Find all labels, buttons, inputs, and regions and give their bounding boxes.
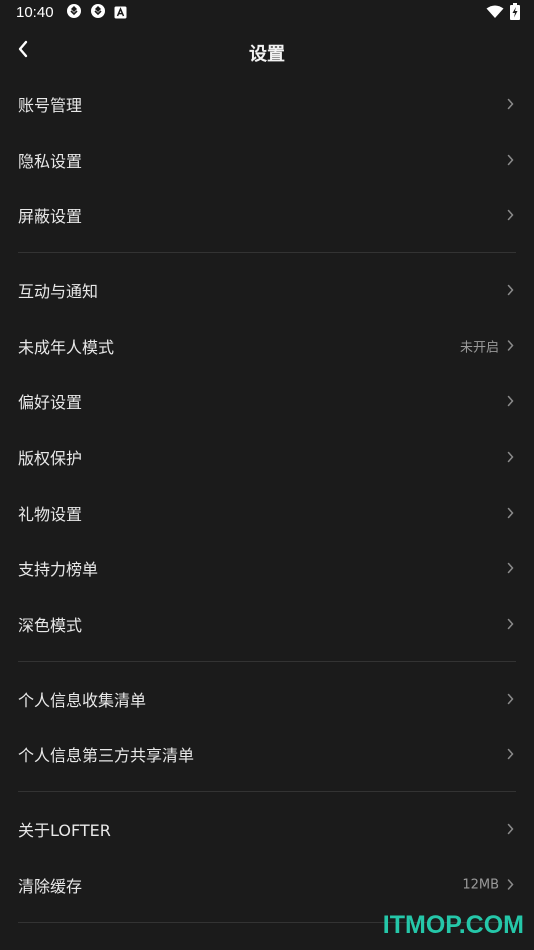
page-title: 设置 xyxy=(249,44,285,65)
chevron-right-icon xyxy=(507,507,514,518)
settings-row-dark-mode[interactable]: 深色模式 xyxy=(0,596,534,652)
settings-row-about[interactable]: 关于LOFTER xyxy=(0,801,534,857)
divider xyxy=(18,660,516,662)
aperture-icon xyxy=(90,3,106,23)
settings-group-about: 关于LOFTER 清除缓存 12MB xyxy=(0,801,534,912)
chevron-right-icon xyxy=(507,879,514,891)
chevron-right-icon xyxy=(507,154,514,165)
settings-row-privacy[interactable]: 隐私设置 xyxy=(0,132,534,188)
battery-charging-icon xyxy=(510,2,520,24)
chevron-right-icon xyxy=(507,749,514,760)
row-label: 互动与通知 xyxy=(18,281,99,301)
settings-row-third-party-sharing[interactable]: 个人信息第三方共享清单 xyxy=(0,727,534,783)
header: 设置 xyxy=(0,26,534,78)
chevron-right-icon xyxy=(507,618,514,630)
row-label: 隐私设置 xyxy=(18,151,83,171)
settings-row-support-ranking[interactable]: 支持力榜单 xyxy=(0,541,534,597)
row-label: 偏好设置 xyxy=(18,393,83,413)
status-icons-left xyxy=(66,3,127,23)
settings-row-gift[interactable]: 礼物设置 xyxy=(0,485,534,541)
row-label: 清除缓存 xyxy=(18,876,83,896)
row-label: 支持力榜单 xyxy=(18,560,99,580)
settings-row-interaction-notification[interactable]: 互动与通知 xyxy=(0,262,534,318)
chevron-right-icon xyxy=(507,823,514,835)
notification-a-icon xyxy=(114,4,127,23)
settings-menu: 账号管理 隐私设置 屏蔽设置 互动与通知 未成年人模式 未开启 偏好设置 版权保… xyxy=(0,76,534,932)
row-label: 深色模式 xyxy=(18,616,83,636)
settings-row-block[interactable]: 屏蔽设置 xyxy=(0,187,534,243)
settings-row-minor-mode[interactable]: 未成年人模式 未开启 xyxy=(0,318,534,374)
watermark: ITMOP.COM xyxy=(382,911,524,939)
row-label: 个人信息第三方共享清单 xyxy=(18,746,195,766)
row-label: 账号管理 xyxy=(18,95,83,115)
chevron-right-icon xyxy=(507,693,514,704)
status-icons-right xyxy=(486,2,520,24)
wifi-icon xyxy=(486,4,504,23)
divider xyxy=(18,791,516,793)
chevron-right-icon xyxy=(507,451,514,463)
row-label: 屏蔽设置 xyxy=(18,207,83,227)
cache-size: 12MB xyxy=(462,877,499,893)
settings-row-clear-cache[interactable]: 清除缓存 12MB xyxy=(0,857,534,913)
chevron-right-icon xyxy=(507,284,514,296)
settings-group-general: 互动与通知 未成年人模式 未开启 偏好设置 版权保护 礼物设置 支持力榜单 深色… xyxy=(0,262,534,652)
settings-row-copyright[interactable]: 版权保护 xyxy=(0,429,534,485)
aperture-icon xyxy=(66,3,82,23)
chevron-right-icon xyxy=(507,563,514,574)
minor-mode-status: 未开启 xyxy=(459,340,499,356)
settings-row-account-management[interactable]: 账号管理 xyxy=(0,76,534,132)
chevron-right-icon xyxy=(507,340,514,351)
chevron-right-icon xyxy=(507,209,514,221)
chevron-right-icon xyxy=(507,98,514,110)
status-time: 10:40 xyxy=(16,4,54,21)
settings-group-account: 账号管理 隐私设置 屏蔽设置 xyxy=(0,76,534,243)
row-label: 礼物设置 xyxy=(18,504,83,524)
status-bar: 10:40 xyxy=(0,0,534,26)
row-label: 个人信息收集清单 xyxy=(18,690,147,710)
divider xyxy=(18,252,516,254)
settings-row-preferences[interactable]: 偏好设置 xyxy=(0,373,534,429)
row-label: 未成年人模式 xyxy=(18,337,115,357)
settings-group-personal-info: 个人信息收集清单 个人信息第三方共享清单 xyxy=(0,671,534,782)
chevron-right-icon xyxy=(507,396,514,407)
row-label: 关于LOFTER xyxy=(18,821,111,841)
row-label: 版权保护 xyxy=(18,448,83,468)
settings-row-personal-info-collection[interactable]: 个人信息收集清单 xyxy=(0,671,534,727)
